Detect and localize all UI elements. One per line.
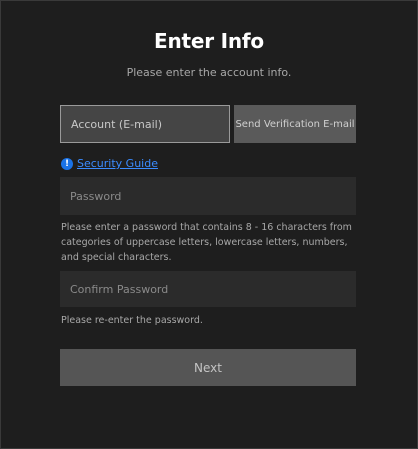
page-subtitle: Please enter the account info. <box>126 66 292 79</box>
security-guide: ! Security Guide <box>61 157 158 170</box>
next-button[interactable]: Next <box>60 349 356 386</box>
enter-info-dialog: Enter Info Please enter the account info… <box>0 0 418 449</box>
password-input[interactable] <box>60 177 356 215</box>
security-guide-link[interactable]: Security Guide <box>77 157 158 170</box>
page-title: Enter Info <box>154 29 264 53</box>
account-email-input[interactable] <box>60 105 230 143</box>
info-icon: ! <box>61 157 73 170</box>
confirm-password-hint: Please re-enter the password. <box>61 315 203 326</box>
send-verification-email-button[interactable]: Send Verification E-mail <box>234 105 356 143</box>
password-hint: Please enter a password that contains 8 … <box>61 222 352 263</box>
confirm-password-input[interactable] <box>60 271 356 307</box>
